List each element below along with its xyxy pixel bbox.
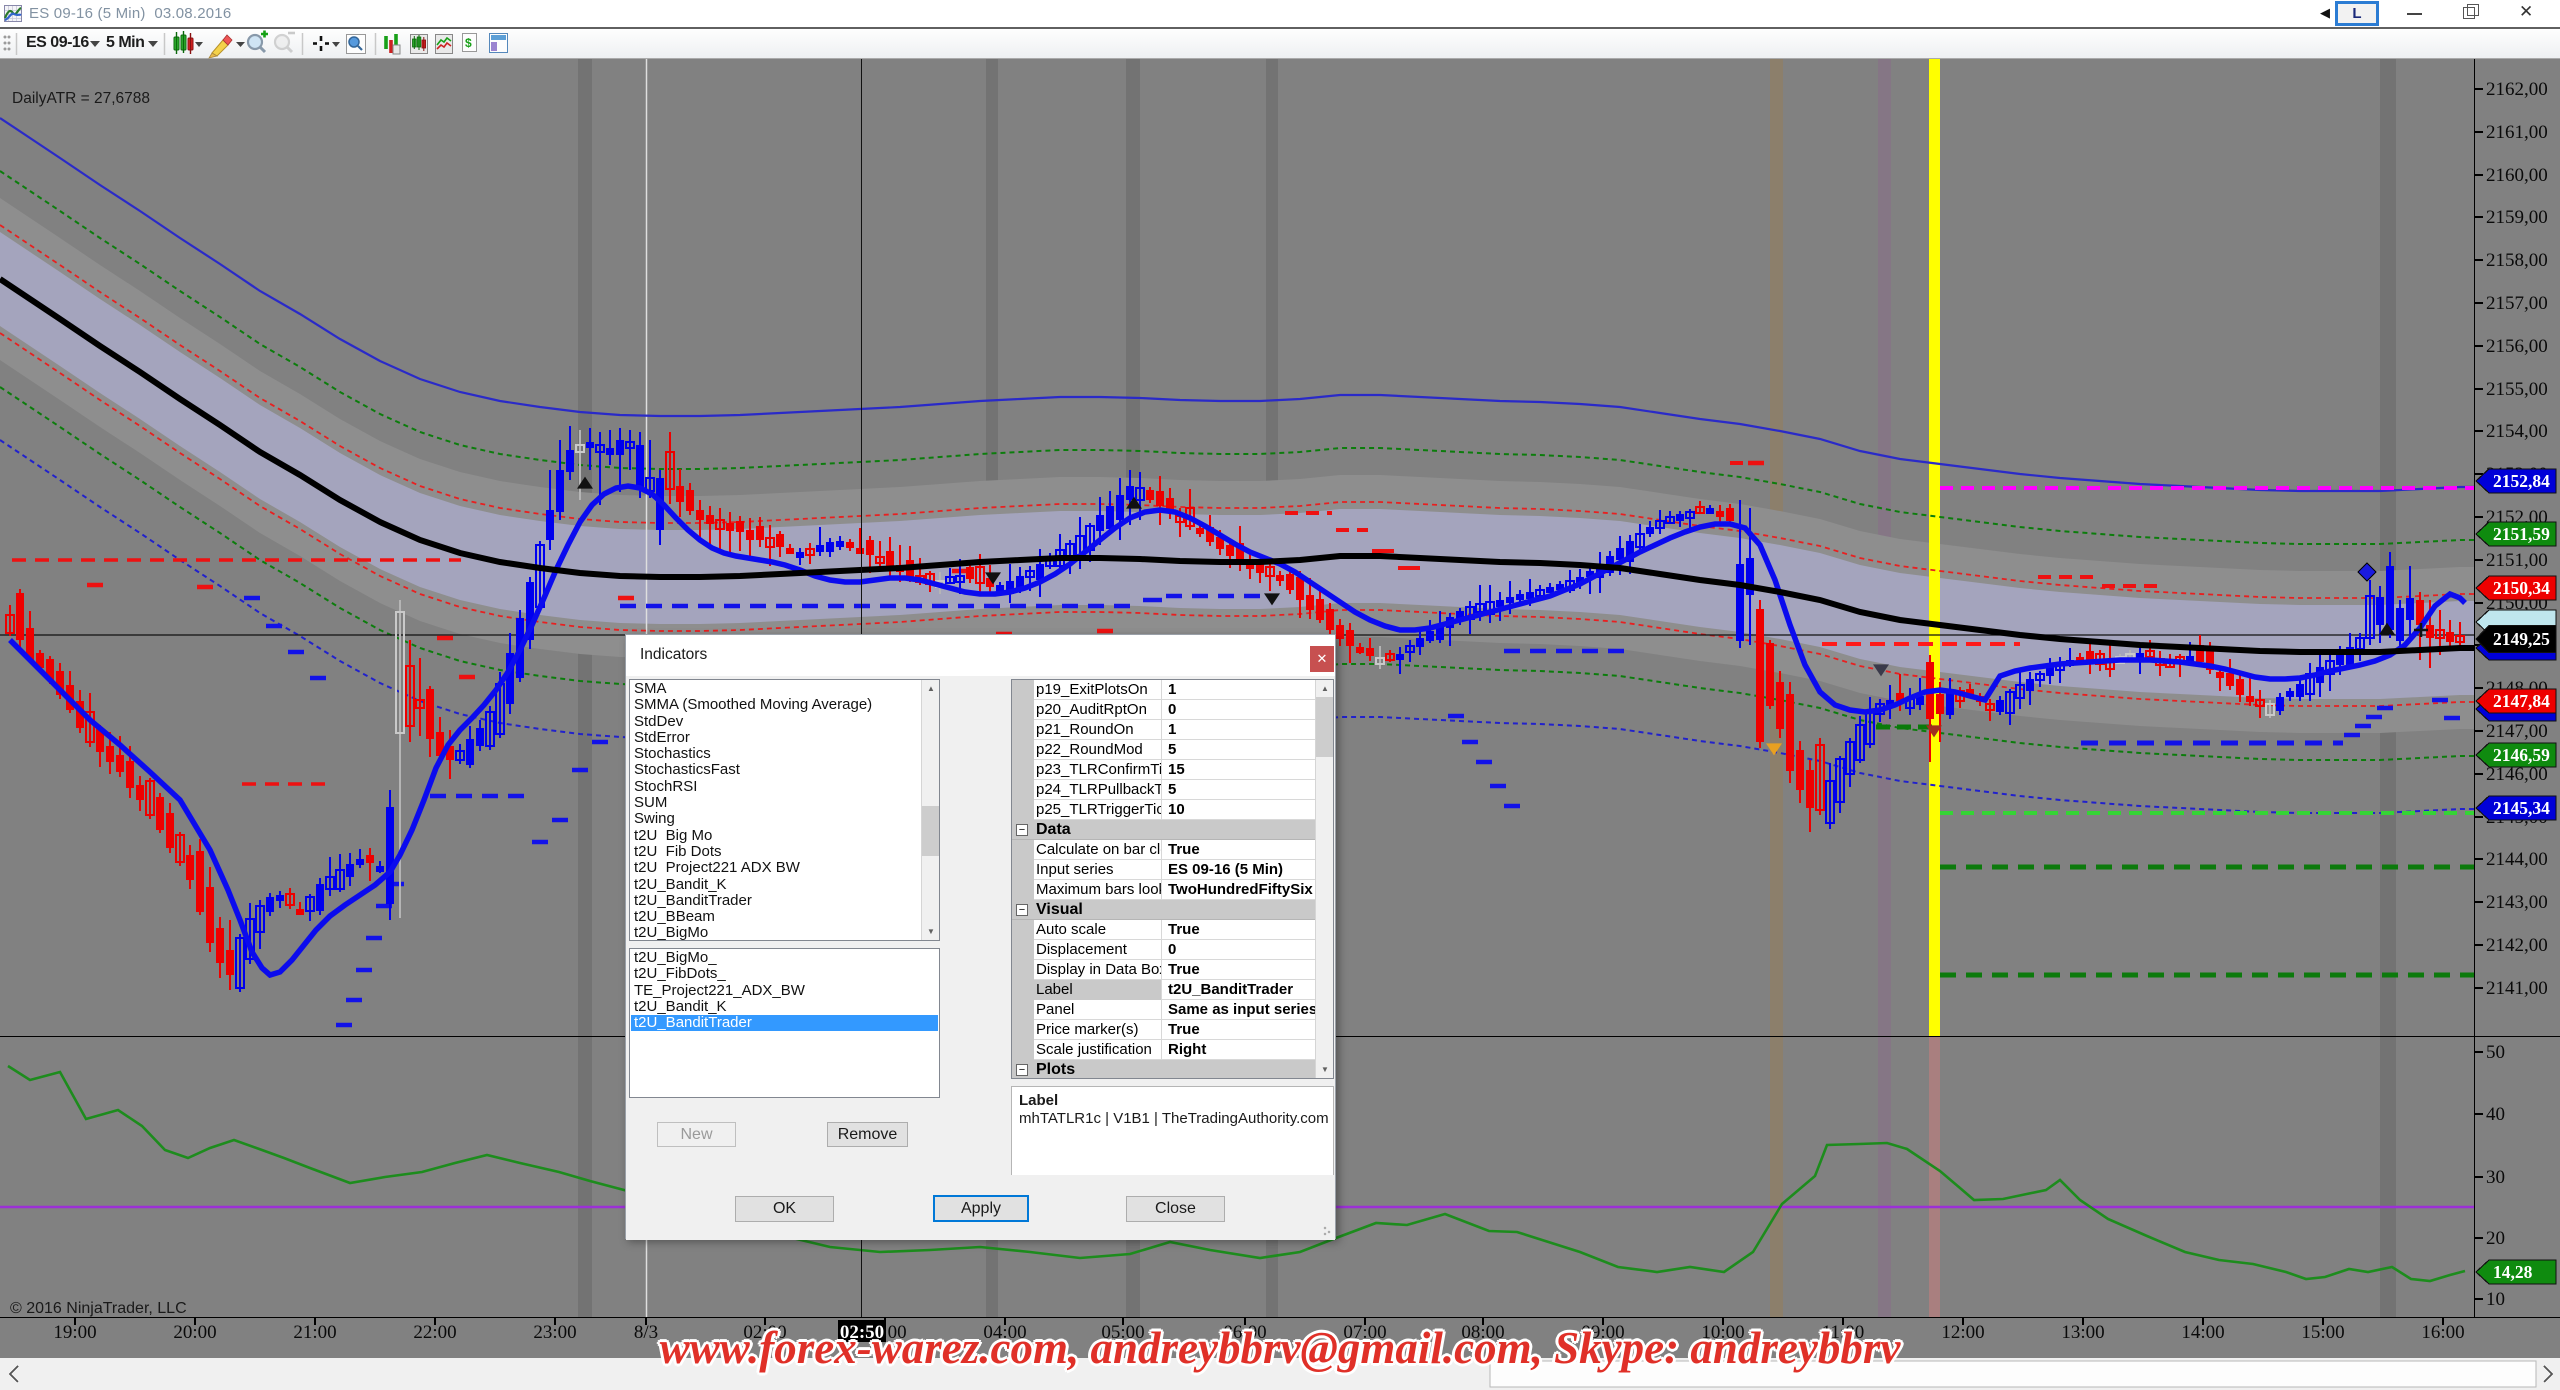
svg-text:2161,00: 2161,00 <box>2486 122 2548 143</box>
svg-text:2147,84: 2147,84 <box>2493 691 2550 711</box>
svg-text:40: 40 <box>2486 1104 2505 1125</box>
svg-text:2159,00: 2159,00 <box>2486 207 2548 228</box>
svg-text:50: 50 <box>2486 1042 2505 1063</box>
svg-text:20: 20 <box>2486 1228 2505 1249</box>
svg-text:2160,00: 2160,00 <box>2486 165 2548 186</box>
svg-text:2154,00: 2154,00 <box>2486 421 2548 442</box>
svg-text:$: $ <box>465 36 472 50</box>
svg-text:2152,84: 2152,84 <box>2493 471 2550 491</box>
svg-text:© 2016 NinjaTrader, LLC: © 2016 NinjaTrader, LLC <box>10 1300 187 1317</box>
svg-text:2147,00: 2147,00 <box>2486 721 2548 742</box>
svg-text:2143,00: 2143,00 <box>2486 892 2548 913</box>
svg-text:2144,00: 2144,00 <box>2486 849 2548 870</box>
svg-text:2141,00: 2141,00 <box>2486 978 2548 999</box>
svg-text:14,28: 14,28 <box>2493 1262 2533 1282</box>
svg-text:2162,00: 2162,00 <box>2486 79 2548 100</box>
svg-text:30: 30 <box>2486 1167 2505 1188</box>
svg-text:2142,00: 2142,00 <box>2486 935 2548 956</box>
svg-text:2150,34: 2150,34 <box>2493 578 2550 598</box>
svg-text:2151,59: 2151,59 <box>2493 524 2550 544</box>
svg-text:2157,00: 2157,00 <box>2486 293 2548 314</box>
svg-text:2151,00: 2151,00 <box>2486 550 2548 571</box>
svg-text:2146,59: 2146,59 <box>2493 745 2550 765</box>
svg-text:2156,00: 2156,00 <box>2486 336 2548 357</box>
svg-text:2149,25: 2149,25 <box>2493 629 2550 649</box>
svg-text:2145,34: 2145,34 <box>2493 798 2550 818</box>
svg-text:10: 10 <box>2486 1289 2505 1310</box>
svg-text:2155,00: 2155,00 <box>2486 379 2548 400</box>
svg-text:DailyATR = 27,6788: DailyATR = 27,6788 <box>12 90 150 107</box>
svg-text:2158,00: 2158,00 <box>2486 250 2548 271</box>
